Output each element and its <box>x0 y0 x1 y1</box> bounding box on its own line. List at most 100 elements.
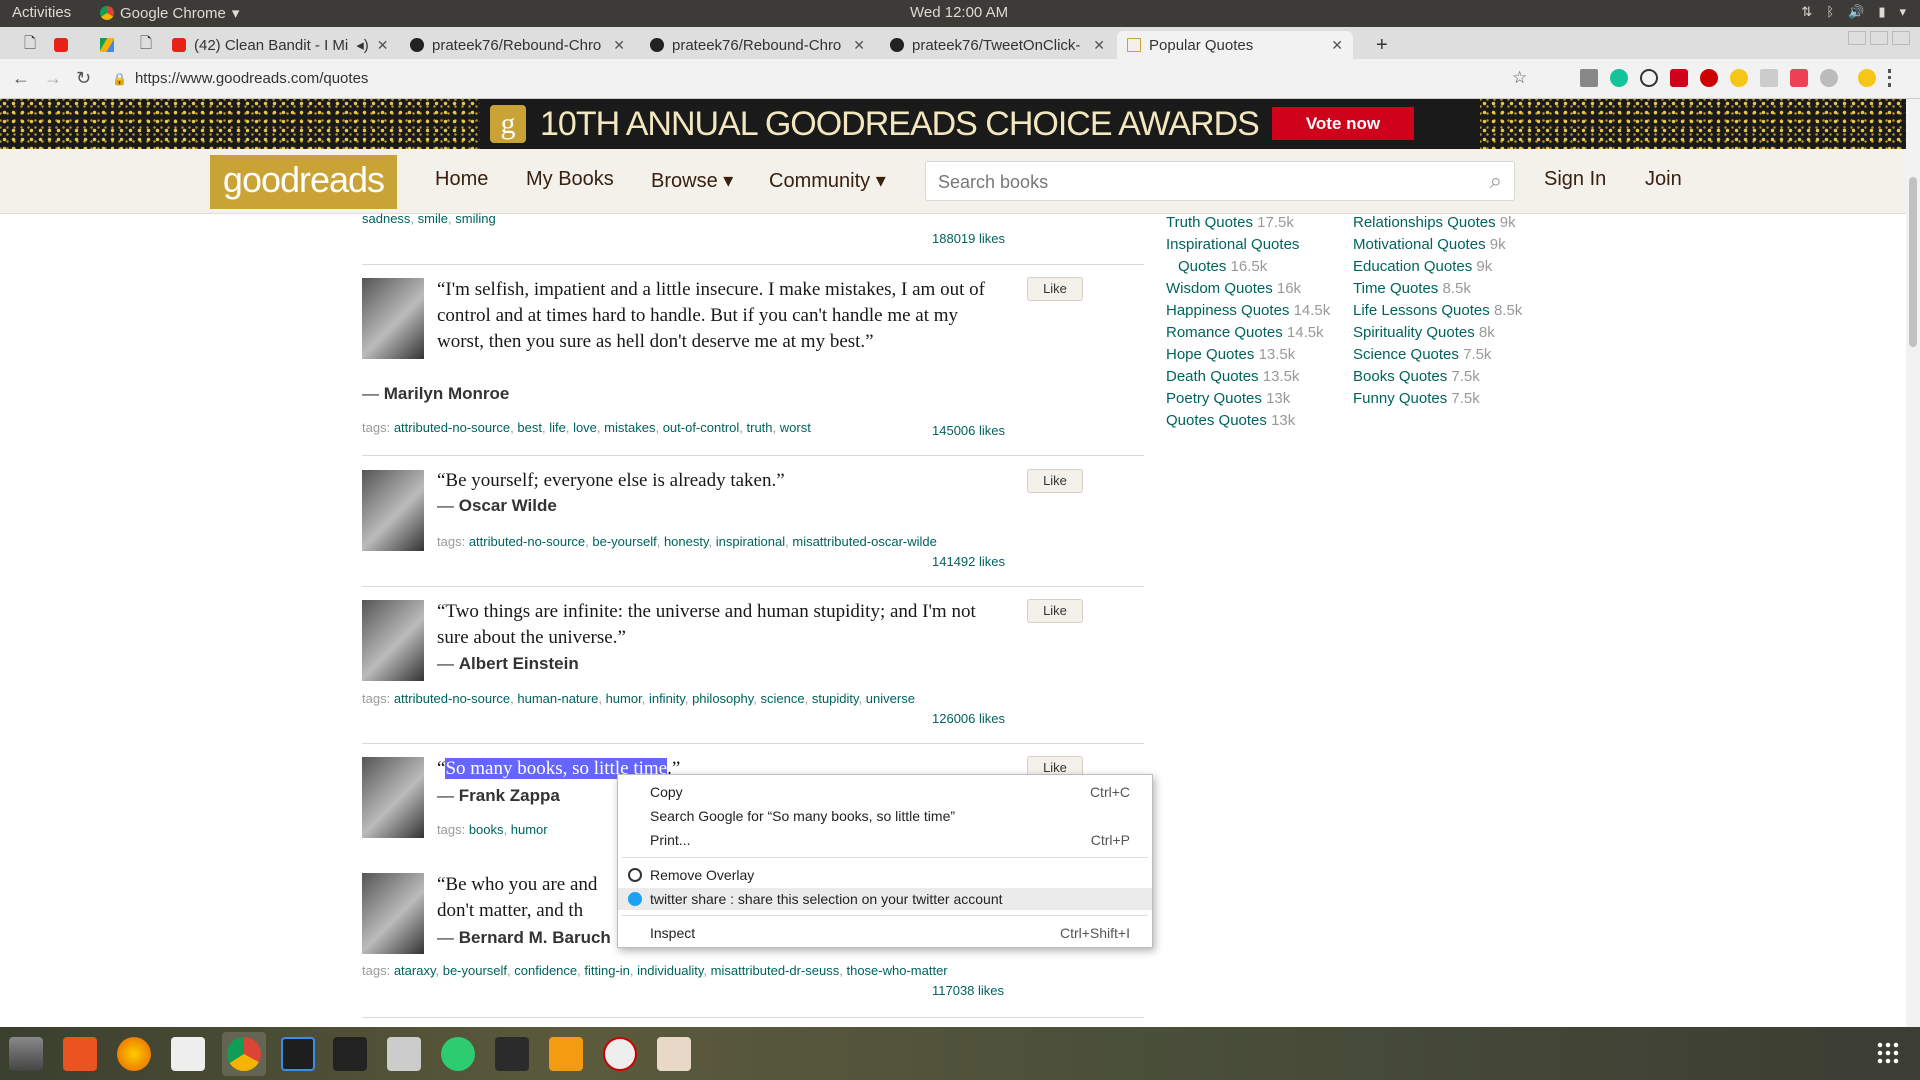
likes-count[interactable]: 141492 likes <box>932 554 1005 569</box>
close-icon[interactable]: ✕ <box>1331 37 1343 54</box>
tag-link[interactable]: worst <box>780 420 811 435</box>
tag-link[interactable]: truth <box>747 420 773 435</box>
menu-item-search-google[interactable]: Search Google for “So many books, so lit… <box>618 805 1152 827</box>
page-scrollbar[interactable] <box>1906 99 1920 1027</box>
clock[interactable]: Wed 12:00 AM <box>910 4 1008 21</box>
author-photo[interactable] <box>362 757 424 838</box>
like-button[interactable]: Like <box>1027 469 1083 493</box>
tag-item[interactable]: Relationships Quotes 9k <box>1353 212 1553 234</box>
firefox-icon[interactable] <box>117 1037 151 1071</box>
tag-link[interactable]: attributed-no-source <box>394 420 510 435</box>
block-icon[interactable] <box>1640 69 1658 87</box>
author-photo[interactable] <box>362 600 424 681</box>
app-menu[interactable]: Google Chrome ▾ <box>100 4 239 22</box>
tag-item[interactable]: Hope Quotes 13.5k <box>1166 344 1346 366</box>
choice-awards-banner[interactable]: g 10TH ANNUAL GOODREADS CHOICE AWARDS Vo… <box>0 99 1906 149</box>
menu-item-copy[interactable]: Copy Ctrl+C <box>618 781 1152 803</box>
tag-link[interactable]: smile <box>418 211 448 226</box>
bulb-icon[interactable] <box>1730 69 1748 87</box>
tag-item[interactable]: Happiness Quotes 14.5k <box>1166 300 1346 322</box>
tag-link[interactable]: love <box>573 420 597 435</box>
camera-icon[interactable] <box>387 1037 421 1071</box>
tag-link[interactable]: sadness <box>362 211 410 226</box>
software-center-icon[interactable] <box>63 1037 97 1071</box>
tag-link[interactable]: attributed-no-source <box>394 691 510 706</box>
tag-link[interactable]: honesty <box>664 534 709 549</box>
tag-item[interactable]: Funny Quotes 7.5k <box>1353 388 1553 410</box>
web-icon[interactable] <box>603 1037 637 1071</box>
menu-item-twitter-share[interactable]: twitter share : share this selection on … <box>618 888 1152 910</box>
tag-link[interactable]: out-of-control <box>663 420 740 435</box>
tag-link[interactable]: humor <box>511 822 548 837</box>
tag-link[interactable]: be-yourself <box>443 963 507 978</box>
search-books-input[interactable]: Search books ⌕ <box>925 161 1515 201</box>
close-icon[interactable]: ✕ <box>613 37 625 54</box>
tag-link[interactable]: ataraxy <box>394 963 436 978</box>
tag-item[interactable]: Quotes Quotes 13k <box>1166 410 1346 432</box>
tag-item[interactable]: Wisdom Quotes 16k <box>1166 278 1346 300</box>
tag-link[interactable]: fitting-in <box>584 963 630 978</box>
tab-pinned-youtube[interactable] <box>44 31 72 59</box>
tag-link[interactable]: infinity <box>649 691 685 706</box>
tag-link[interactable]: science <box>761 691 805 706</box>
author-name[interactable]: Frank Zappa <box>459 786 560 805</box>
goodreads-logo[interactable]: goodreads <box>210 155 397 209</box>
reload-button[interactable]: ↻ <box>76 68 91 89</box>
tab-pinned-doc[interactable]: 🗋 <box>14 31 42 59</box>
tag-item[interactable]: Books Quotes 7.5k <box>1353 366 1553 388</box>
atom-icon[interactable] <box>441 1037 475 1071</box>
menu-icon[interactable] <box>1888 69 1892 87</box>
emoji-icon[interactable] <box>1858 69 1876 87</box>
tag-item[interactable]: Poetry Quotes 13k <box>1166 388 1346 410</box>
tag-link[interactable]: books <box>469 822 504 837</box>
nav-browse[interactable]: Browse ▾ <box>651 168 733 193</box>
chrome-active-icon[interactable] <box>222 1032 266 1076</box>
forward-button[interactable]: → <box>44 68 62 89</box>
bookmark-star-icon[interactable]: ☆ <box>1512 68 1527 88</box>
nav-my-books[interactable]: My Books <box>526 168 614 191</box>
like-button[interactable]: Like <box>1027 277 1083 301</box>
tag-link[interactable]: human-nature <box>517 691 598 706</box>
author-name[interactable]: Oscar Wilde <box>459 496 557 515</box>
tag-item[interactable]: Inspirational Quotes <box>1166 234 1346 256</box>
menu-item-inspect[interactable]: Inspect Ctrl+Shift+I <box>618 922 1152 944</box>
close-icon[interactable]: ✕ <box>853 37 865 54</box>
minimize-button[interactable] <box>1848 31 1866 45</box>
author-name[interactable]: Albert Einstein <box>459 654 579 673</box>
tag-link[interactable]: confidence <box>514 963 577 978</box>
adblock-icon[interactable] <box>1700 69 1718 87</box>
vscode-icon[interactable] <box>281 1037 315 1071</box>
tag-link[interactable]: those-who-matter <box>846 963 947 978</box>
app-grid-icon[interactable] <box>1876 1041 1900 1065</box>
extension-gray-icon[interactable] <box>1820 69 1838 87</box>
files-icon[interactable] <box>9 1037 43 1071</box>
likes-count[interactable]: 188019 likes <box>932 231 1005 246</box>
likes-count[interactable]: 117038 likes <box>932 983 1004 998</box>
maximize-button[interactable] <box>1870 31 1888 45</box>
grammarly-icon[interactable] <box>1610 69 1628 87</box>
tab-pinned-drive[interactable] <box>90 31 118 59</box>
tab-youtube-music[interactable]: (42) Clean Bandit - I Mi ◂) ✕ <box>162 31 392 59</box>
tag-item[interactable]: Science Quotes 7.5k <box>1353 344 1553 366</box>
menu-item-remove-overlay[interactable]: Remove Overlay <box>618 864 1152 886</box>
tag-link[interactable]: misattributed-oscar-wilde <box>792 534 937 549</box>
author-name[interactable]: Bernard M. Baruch <box>459 928 611 947</box>
tag-link[interactable]: smiling <box>455 211 495 226</box>
tab-github-2[interactable]: prateek76/Rebound-Chro ✕ <box>640 31 875 59</box>
tab-github-3[interactable]: prateek76/TweetOnClick- ✕ <box>880 31 1115 59</box>
back-button[interactable]: ← <box>12 68 30 89</box>
tag-item[interactable]: Education Quotes 9k <box>1353 256 1553 278</box>
tab-popular-quotes[interactable]: Popular Quotes ✕ <box>1117 31 1353 59</box>
document-viewer-icon[interactable] <box>657 1037 691 1071</box>
menu-item-print[interactable]: Print... Ctrl+P <box>618 829 1152 851</box>
likes-count[interactable]: 145006 likes <box>932 423 1005 438</box>
tag-link[interactable]: universe <box>866 691 915 706</box>
tag-item[interactable]: Romance Quotes 14.5k <box>1166 322 1346 344</box>
extension-off-icon[interactable] <box>1580 69 1598 87</box>
tag-item[interactable]: Truth Quotes 17.5k <box>1166 212 1346 234</box>
terminal-icon[interactable] <box>495 1037 529 1071</box>
tag-link[interactable]: misattributed-dr-seuss <box>711 963 840 978</box>
nav-community[interactable]: Community ▾ <box>769 168 886 193</box>
like-button[interactable]: Like <box>1027 599 1083 623</box>
close-icon[interactable]: ✕ <box>377 37 389 54</box>
